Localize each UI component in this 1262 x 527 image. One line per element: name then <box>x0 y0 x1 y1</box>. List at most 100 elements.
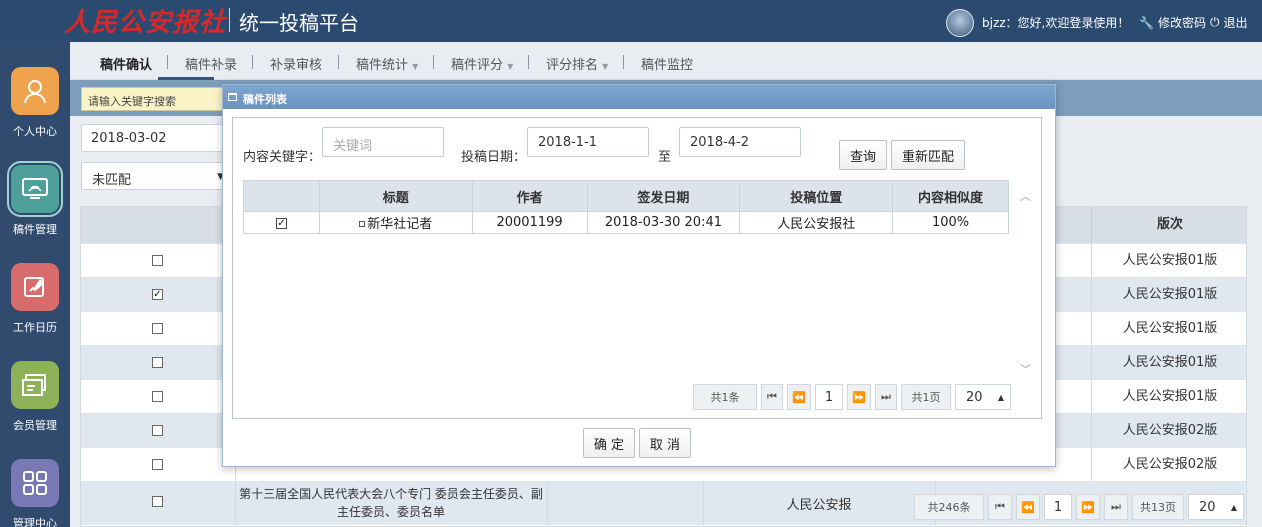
sidebar-item-label: 管理中心 <box>13 517 57 527</box>
sidebar-item-admin-center[interactable]: 管理中心 <box>0 459 70 527</box>
dialog-pagination: 共1条 ⏮ ⏪ 1 ⏩ ⏭ 共1页 20 ▲ <box>693 384 1011 410</box>
page-size-value: 20 <box>966 389 983 405</box>
row-version: 人民公安报02版 <box>1091 414 1246 448</box>
member-card-icon <box>11 361 59 409</box>
scroll-up-icon[interactable]: ︿ <box>1020 188 1031 204</box>
tab-manuscript-confirm[interactable]: 稿件确认 <box>100 54 152 73</box>
caret-up-icon: ▲ <box>997 392 1004 402</box>
row-checkbox[interactable]: ✓ <box>152 289 163 300</box>
next-page-icon: ⏩ <box>852 390 866 404</box>
row-checkbox[interactable] <box>152 459 163 470</box>
row-title[interactable]: 新华社记者 <box>367 217 432 232</box>
table-row[interactable]: ✓ 新华社记者 20001199 2018-03-30 20:41 人民公安报社… <box>243 211 1009 234</box>
first-page-icon: ⏮ <box>767 390 777 403</box>
tab-manuscript-scoring[interactable]: 稿件评分 ▼ <box>451 54 513 73</box>
user-greeting: bjzz：您好,欢迎登录使用！ <box>982 16 1130 30</box>
row-author: 20001199 <box>471 211 588 234</box>
match-status-select[interactable]: 未匹配 ▼ <box>81 162 231 190</box>
row-checkbox[interactable] <box>152 255 163 266</box>
change-password-label: 修改密码 <box>1157 16 1206 30</box>
table-pagination: 共246条 ⏮ ⏪ 1 ⏩ ⏭ 共13页 20 ▲ <box>914 494 1244 520</box>
row-version: 人民公安报01版 <box>1091 278 1246 312</box>
sidebar-item-label: 会员管理 <box>13 419 57 432</box>
rematch-button[interactable]: 重新匹配 <box>891 140 965 170</box>
row-version: 人民公安报02版 <box>1091 448 1246 482</box>
vertical-scrollbar[interactable]: ︿ ﹀ <box>1017 178 1035 378</box>
prev-page-button[interactable]: ⏪ <box>787 384 811 410</box>
cancel-button[interactable]: 取 消 <box>639 428 691 458</box>
next-page-button[interactable]: ⏩ <box>847 384 871 410</box>
prev-page-button[interactable]: ⏪ <box>1016 494 1040 520</box>
page-size-select[interactable]: 20 ▲ <box>955 384 1011 410</box>
logo-divider <box>229 8 230 32</box>
user-avatar[interactable] <box>946 9 974 37</box>
total-pages: 共13页 <box>1132 494 1184 520</box>
row-checkbox[interactable] <box>152 357 163 368</box>
row-checkbox[interactable] <box>152 391 163 402</box>
row-checkbox[interactable] <box>152 496 163 507</box>
caret-up-icon: ▲ <box>1230 502 1237 512</box>
column-header-version: 版次 <box>1091 207 1246 243</box>
last-page-icon: ⏭ <box>1111 500 1121 513</box>
row-version: 人民公安报01版 <box>1091 380 1246 414</box>
person-icon <box>11 67 59 115</box>
page-size-select[interactable]: 20 ▲ <box>1188 494 1244 520</box>
page-size-value: 20 <box>1199 499 1216 515</box>
tab-label: 稿件评分 <box>451 58 504 73</box>
submit-date-label: 投稿日期： <box>461 150 527 165</box>
next-page-button[interactable]: ⏩ <box>1076 494 1100 520</box>
confirm-button[interactable]: 确 定 <box>583 428 635 458</box>
tab-manuscript-monitor[interactable]: 稿件监控 <box>641 54 693 73</box>
row-version: 人民公安报01版 <box>1091 346 1246 380</box>
row-source: 人民公安报 <box>786 498 852 513</box>
match-status-value: 未匹配 <box>92 173 132 188</box>
column-header-issue-date: 签发日期 <box>586 180 741 212</box>
column-header-similarity: 内容相似度 <box>892 180 1009 212</box>
row-checkbox[interactable] <box>152 425 163 436</box>
scroll-down-icon[interactable]: ﹀ <box>1020 361 1031 377</box>
manuscript-list-table: 标题 作者 签发日期 投稿位置 内容相似度 ✓ 新华社记者 20001199 2… <box>243 180 1009 234</box>
total-records: 共246条 <box>914 494 984 520</box>
chevron-down-icon: ▼ <box>412 62 419 71</box>
sidebar: 个人中心 稿件管理 工作日历 会员管理 管理中心 <box>0 42 70 527</box>
sidebar-item-manuscript-management[interactable]: 稿件管理 <box>0 161 70 255</box>
last-page-button[interactable]: ⏭ <box>1104 494 1128 520</box>
date-filter-input[interactable]: 2018-03-02 <box>81 124 231 152</box>
power-icon: ⏻ <box>1210 15 1220 29</box>
last-page-button[interactable]: ⏭ <box>875 384 897 410</box>
date-from-input[interactable]: 2018-1-1 <box>527 127 649 157</box>
change-password-link[interactable]: 🔧 修改密码 <box>1139 14 1206 31</box>
tab-supplement-review[interactable]: 补录审核 <box>270 54 322 73</box>
tab-manuscript-stats[interactable]: 稿件统计 ▼ <box>356 54 418 73</box>
row-checkbox[interactable] <box>152 323 163 334</box>
tab-score-ranking[interactable]: 评分排名 ▼ <box>546 54 608 73</box>
date-to-input[interactable]: 2018-4-2 <box>679 127 801 157</box>
tab-label: 稿件统计 <box>356 58 409 73</box>
total-pages: 共1页 <box>901 384 951 410</box>
tab-manuscript-supplement[interactable]: 稿件补录 <box>185 54 237 73</box>
first-page-button[interactable]: ⏮ <box>761 384 783 410</box>
keyword-search-input[interactable]: 请输入关键字搜索 <box>81 87 231 111</box>
nav-divider <box>623 55 624 69</box>
nav-divider <box>528 55 529 69</box>
query-button[interactable]: 查询 <box>839 140 887 170</box>
monitor-icon <box>7 161 63 217</box>
newspaper-logo: 人民公安报社 <box>64 8 227 38</box>
tab-label: 评分排名 <box>546 58 599 73</box>
row-checkbox[interactable]: ✓ <box>275 218 287 229</box>
first-page-button[interactable]: ⏮ <box>988 494 1012 520</box>
logout-link[interactable]: ⏻ 退出 <box>1210 14 1248 31</box>
row-version: 人民公安报01版 <box>1091 244 1246 278</box>
dialog-body: 内容关键字： 关键词 投稿日期： 2018-1-1 至 2018-4-2 查询 … <box>232 117 1042 419</box>
keyword-input[interactable]: 关键词 <box>322 127 444 157</box>
sidebar-item-member-management[interactable]: 会员管理 <box>0 361 70 451</box>
sidebar-item-personal-center[interactable]: 个人中心 <box>0 67 70 157</box>
total-records: 共1条 <box>693 384 757 410</box>
window-icon <box>228 93 237 101</box>
nav-divider <box>433 55 434 69</box>
page-number-input[interactable]: 1 <box>1044 494 1072 520</box>
page-number-input[interactable]: 1 <box>815 384 843 410</box>
row-title: 第十三届全国人民代表大会八个专门 委员会主任委员、副主任委员、委员名单 <box>239 487 543 519</box>
prev-page-icon: ⏪ <box>792 390 806 404</box>
sidebar-item-work-calendar[interactable]: 工作日历 <box>0 263 70 353</box>
